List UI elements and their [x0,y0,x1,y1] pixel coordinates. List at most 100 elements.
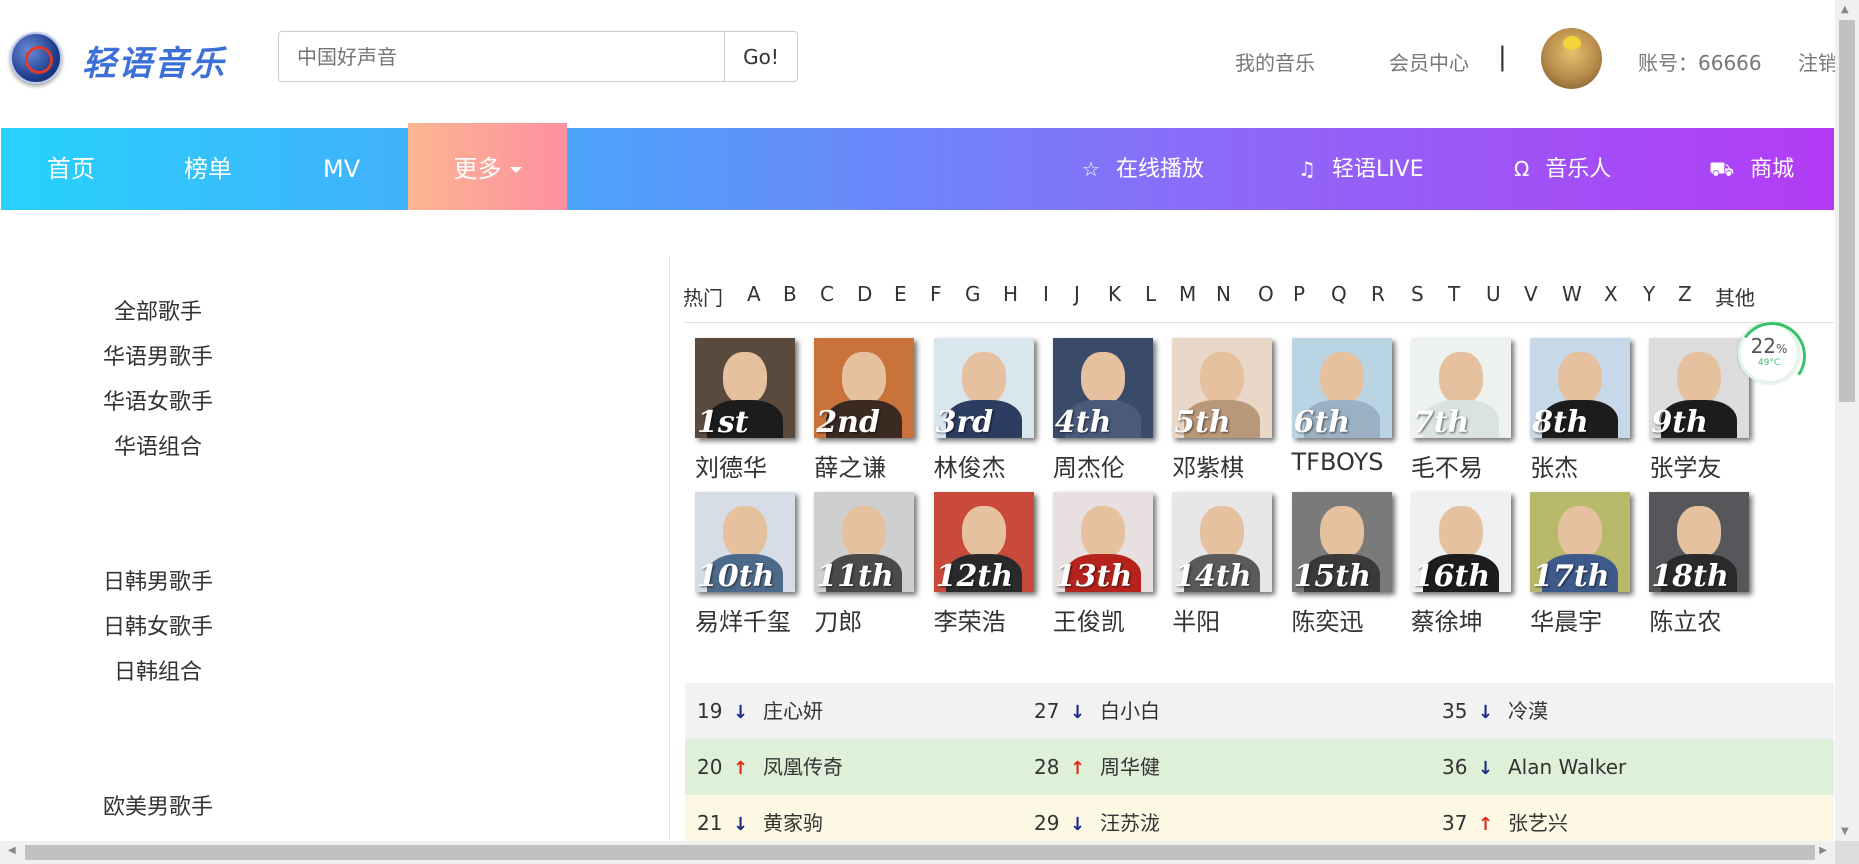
sidebar-item-western-male[interactable]: 欧美男歌手 [0,789,316,821]
letter-index-item[interactable]: Q [1331,282,1347,306]
singer-photo[interactable]: 5th [1172,338,1273,438]
search-input[interactable] [278,31,725,82]
singer-name[interactable]: 林俊杰 [934,448,1037,483]
scroll-left-icon[interactable]: ◀ [8,845,16,856]
singer-name[interactable]: 薛之谦 [814,448,917,483]
singer-photo[interactable]: 10th [695,492,795,592]
singer-card[interactable]: 12th 李荣浩 [933,492,1037,637]
letter-index-item[interactable]: L [1145,282,1156,306]
nav-more-dropdown[interactable]: 更多 [408,123,567,210]
letter-index-item[interactable]: Z [1678,282,1692,306]
singer-name[interactable]: 易烊千玺 [695,602,798,637]
ranking-singer-name[interactable]: 冷漠 [1508,699,1548,723]
sidebar-item-chinese-group[interactable]: 华语组合 [0,429,316,461]
ranking-singer-name[interactable]: 凤凰传奇 [763,755,843,779]
letter-index-item[interactable]: R [1371,282,1385,306]
singer-photo[interactable]: 9th [1649,338,1750,438]
letter-index-item[interactable]: P [1293,282,1305,306]
singer-name[interactable]: 蔡徐坤 [1411,602,1514,637]
singer-photo[interactable]: 11th [814,492,915,592]
brand-title[interactable]: 轻语音乐 [82,36,226,85]
singer-card[interactable]: 4th 周杰伦 [1052,338,1156,483]
vertical-scrollbar[interactable]: ▲ ▼ [1835,0,1859,841]
letter-index-item[interactable]: W [1562,282,1582,306]
nav-shop[interactable]: ⛟ 商城 [1709,128,1794,210]
singer-name[interactable]: 刘德华 [695,448,798,483]
letter-index-item[interactable]: S [1411,282,1424,306]
singer-card[interactable]: 3rd 林俊杰 [933,338,1037,483]
letter-index-item[interactable]: A [747,282,761,306]
logout-link[interactable]: 注销 [1798,47,1835,76]
horizontal-scroll-thumb[interactable] [25,845,1815,860]
letter-index-item[interactable]: K [1108,282,1121,306]
singer-name[interactable]: 张杰 [1530,448,1633,483]
ranking-singer-name[interactable]: 白小白 [1100,699,1160,723]
ranking-singer-name[interactable]: 汪苏泷 [1100,811,1160,835]
vertical-scroll-thumb[interactable] [1839,20,1855,402]
singer-photo[interactable]: 4th [1052,338,1153,438]
singer-photo[interactable]: 1st [695,338,795,438]
singer-name[interactable]: 陈奕迅 [1292,602,1395,637]
letter-index-item[interactable]: G [965,282,981,306]
singer-photo[interactable]: 14th [1172,492,1273,592]
singer-photo[interactable]: 13th [1052,492,1153,592]
singer-card[interactable]: 15th 陈奕迅 [1291,492,1395,637]
horizontal-scrollbar[interactable]: ◀ ▶ [0,841,1835,864]
singer-card[interactable]: 14th 半阳 [1172,492,1275,637]
letter-index-item[interactable]: T [1448,282,1460,306]
singer-name[interactable]: TFBOYS [1292,448,1395,476]
sidebar-item-jk-male[interactable]: 日韩男歌手 [0,564,316,596]
singer-photo[interactable]: 12th [933,492,1034,592]
singer-name[interactable]: 张学友 [1649,448,1752,483]
ranking-entry[interactable]: 35 ↓ 冷漠 [1442,683,1548,739]
singer-photo[interactable]: 6th [1291,338,1392,438]
sidebar-item-jk-group[interactable]: 日韩组合 [0,654,316,686]
my-music-link[interactable]: 我的音乐 [1235,47,1315,76]
letter-index-item[interactable]: D [857,282,872,306]
scroll-right-icon[interactable]: ▶ [1819,845,1827,856]
ranking-singer-name[interactable]: 黄家驹 [763,811,823,835]
singer-photo[interactable]: 8th [1530,338,1631,438]
nav-item-charts[interactable]: 榜单 [184,128,232,210]
nav-online-play[interactable]: ☆ 在线播放 [1082,128,1204,210]
singer-card[interactable]: 10th 易烊千玺 [695,492,798,637]
letter-index-item[interactable]: I [1043,282,1049,306]
ranking-singer-name[interactable]: 张艺兴 [1508,811,1568,835]
letter-index-item[interactable]: 其他 [1715,282,1755,311]
performance-gauge[interactable]: 22% 49°C [1738,322,1800,384]
singer-card[interactable]: 1st 刘德华 [695,338,798,483]
nav-live[interactable]: ♫ 轻语LIVE [1298,128,1424,210]
ranking-entry[interactable]: 19 ↓ 庄心妍 [697,683,823,739]
nav-item-home[interactable]: 首页 [47,128,95,210]
letter-index-item[interactable]: U [1486,282,1501,306]
ranking-entry[interactable]: 20 ↑ 凤凰传奇 [697,739,843,795]
letter-index-item[interactable]: O [1258,282,1274,306]
member-center-link[interactable]: 会员中心 [1389,47,1469,76]
singer-name[interactable]: 刀郎 [814,602,917,637]
singer-name[interactable]: 毛不易 [1411,448,1514,483]
singer-name[interactable]: 半阳 [1172,602,1275,637]
ranking-singer-name[interactable]: Alan Walker [1508,755,1626,779]
singer-card[interactable]: 11th 刀郎 [814,492,917,637]
singer-card[interactable]: 8th 张杰 [1530,338,1633,483]
letter-index-item[interactable]: J [1074,282,1080,306]
sidebar-item-jk-female[interactable]: 日韩女歌手 [0,609,316,641]
singer-photo[interactable]: 18th [1649,492,1750,592]
ranking-entry[interactable]: 28 ↑ 周华健 [1034,739,1160,795]
letter-index-item[interactable]: M [1179,282,1196,306]
singer-card[interactable]: 5th 邓紫棋 [1172,338,1275,483]
singer-photo[interactable]: 2nd [814,338,915,438]
singer-name[interactable]: 李荣浩 [934,602,1037,637]
singer-card[interactable]: 6th TFBOYS [1291,338,1395,476]
singer-photo[interactable]: 16th [1410,492,1511,592]
letter-index-item[interactable]: N [1216,282,1231,306]
singer-photo[interactable]: 3rd [933,338,1034,438]
singer-name[interactable]: 王俊凯 [1053,602,1156,637]
nav-musician[interactable]: Ω 音乐人 [1514,128,1611,210]
singer-name[interactable]: 陈立农 [1649,602,1752,637]
logo-icon[interactable] [10,32,62,84]
letter-index-item[interactable]: E [894,282,907,306]
singer-photo[interactable]: 15th [1291,492,1392,592]
sidebar-item-chinese-female[interactable]: 华语女歌手 [0,384,316,416]
singer-card[interactable]: 18th 陈立农 [1649,492,1752,637]
